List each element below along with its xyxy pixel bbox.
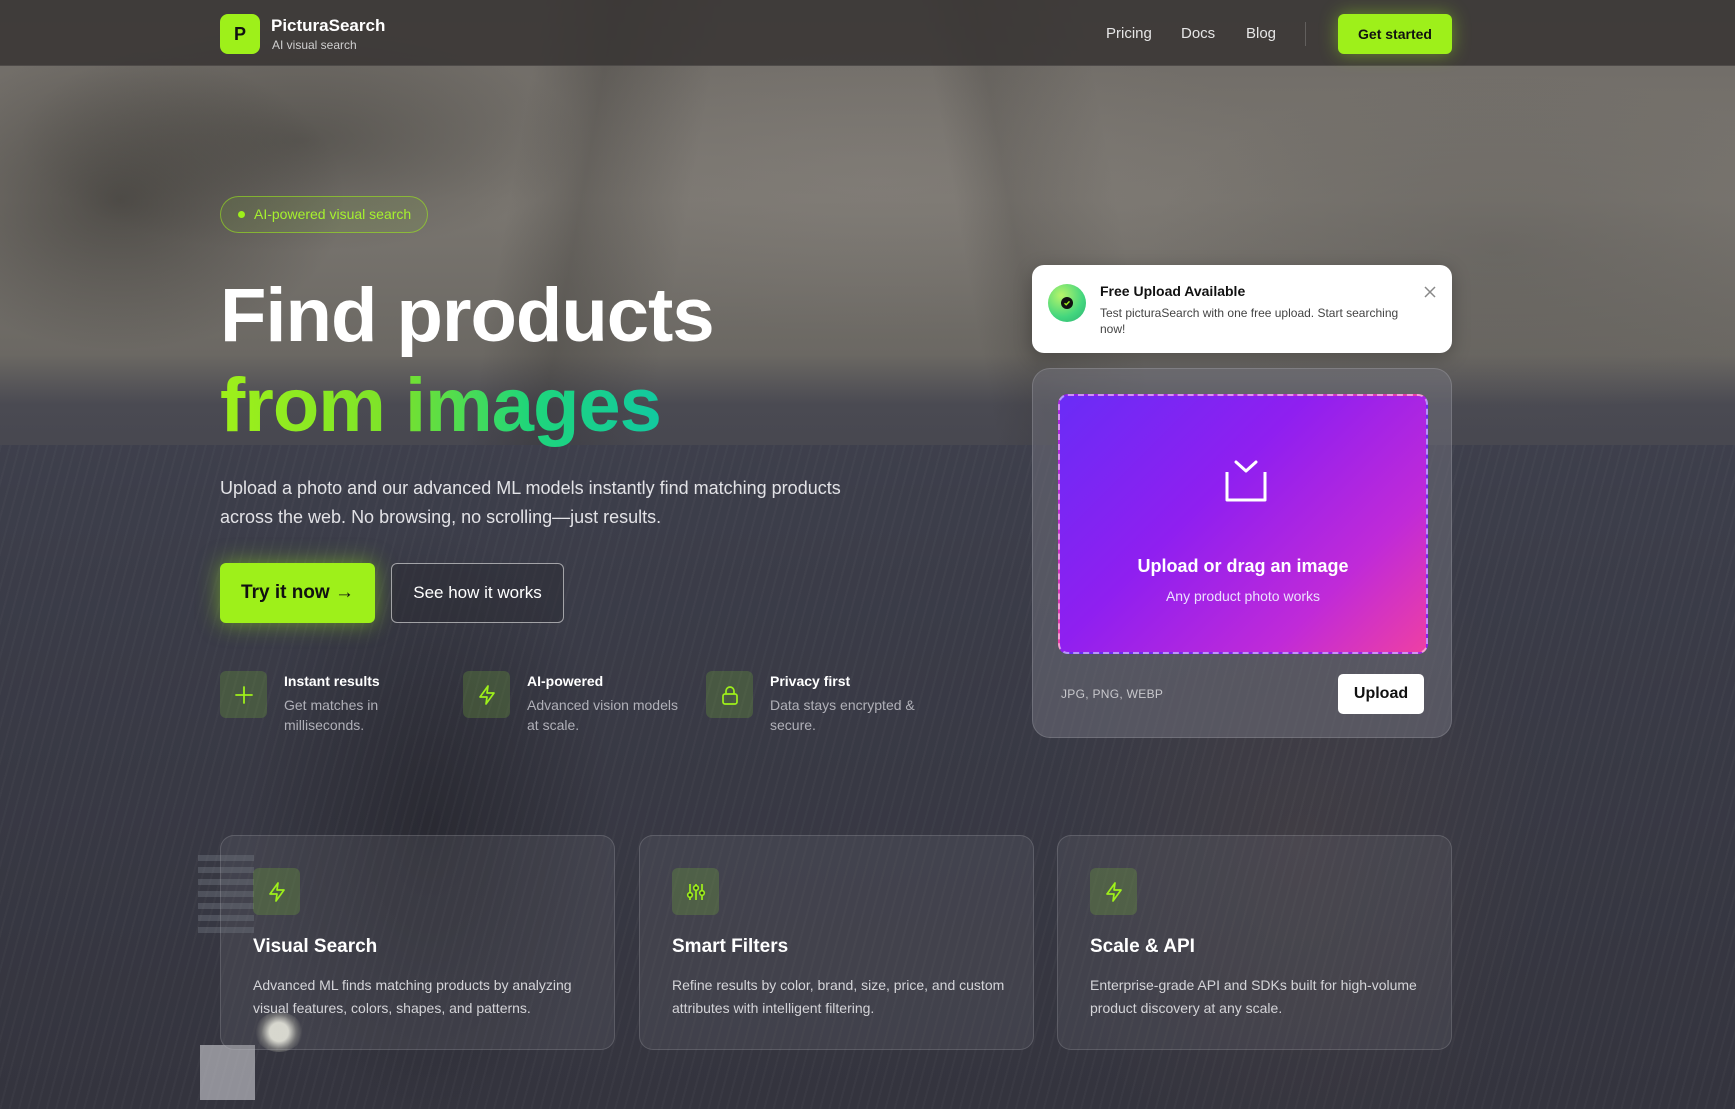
get-started-button[interactable]: Get started xyxy=(1338,14,1452,54)
hero-lead: Upload a photo and our advanced ML model… xyxy=(220,478,841,527)
see-how-it-works-button[interactable]: See how it works xyxy=(391,563,564,623)
feature-title: Instant results xyxy=(284,673,380,689)
hero-badge: AI-powered visual search xyxy=(220,196,429,233)
card-desc: Enterprise-grade API and SDKs built for … xyxy=(1090,977,1417,1016)
card-title: Smart Filters xyxy=(672,936,789,957)
feature-desc: Data stays encrypted & secure. xyxy=(770,697,915,733)
brand-name[interactable]: PicturaSearch xyxy=(271,16,385,36)
plus-icon xyxy=(220,671,267,718)
dropzone-title: Upload or drag an image xyxy=(1137,556,1349,576)
card-visual-search: Visual Search Advanced ML finds matching… xyxy=(220,835,615,1050)
try-it-now-button[interactable]: Try it now → xyxy=(220,563,375,623)
nav-link-blog[interactable]: Blog xyxy=(1246,25,1276,42)
card-smart-filters: Smart Filters Refine results by color, b… xyxy=(639,835,1034,1050)
upload-dropzone[interactable]: Upload or drag an image Any product phot… xyxy=(1058,394,1428,654)
upload-card: Upload or drag an image Any product phot… xyxy=(1032,368,1452,738)
brand-tagline: AI visual search xyxy=(272,38,357,52)
notification-title: Free Upload Available xyxy=(1100,283,1246,299)
dropzone-subtitle: Any product photo works xyxy=(1165,588,1321,604)
feature-desc: Advanced vision models at scale. xyxy=(527,697,678,733)
lightning-icon xyxy=(463,671,510,718)
supported-formats: JPG, PNG, WEBP xyxy=(1061,687,1164,701)
check-circle-icon xyxy=(1048,284,1086,322)
free-upload-notification: Free Upload Available Test picturaSearch… xyxy=(1032,265,1452,353)
close-icon[interactable] xyxy=(1422,284,1438,300)
badge-dot-icon xyxy=(238,211,245,218)
lightning-icon xyxy=(253,868,300,915)
feature-title: Privacy first xyxy=(770,673,851,689)
logo-icon[interactable]: P xyxy=(220,14,260,54)
card-scale-api: Scale & API Enterprise-grade API and SDK… xyxy=(1057,835,1452,1050)
card-title: Scale & API xyxy=(1090,936,1195,957)
feature-desc: Get matches in milliseconds. xyxy=(284,697,379,733)
top-navbar: P PicturaSearch AI visual search Pricing… xyxy=(0,0,1735,66)
card-title: Visual Search xyxy=(253,936,378,957)
hero-title-line2: from images xyxy=(220,363,662,448)
download-tray-icon xyxy=(1225,460,1267,502)
feature-title: AI-powered xyxy=(527,673,604,689)
upload-button[interactable]: Upload xyxy=(1338,674,1424,714)
nav-divider xyxy=(1305,22,1306,46)
notification-body: Test picturaSearch with one free upload.… xyxy=(1100,306,1399,336)
card-desc: Advanced ML finds matching products by a… xyxy=(253,977,572,1016)
nav-link-pricing[interactable]: Pricing xyxy=(1106,25,1152,42)
hero-badge-label: AI-powered visual search xyxy=(254,206,412,222)
hero-title-line1: Find products xyxy=(220,273,715,358)
lightning-icon xyxy=(1090,868,1137,915)
card-desc: Refine results by color, brand, size, pr… xyxy=(672,977,1005,1016)
nav-link-docs[interactable]: Docs xyxy=(1181,25,1215,42)
sliders-icon xyxy=(672,868,719,915)
background-lightbox xyxy=(200,1045,255,1100)
lock-icon xyxy=(706,671,753,718)
